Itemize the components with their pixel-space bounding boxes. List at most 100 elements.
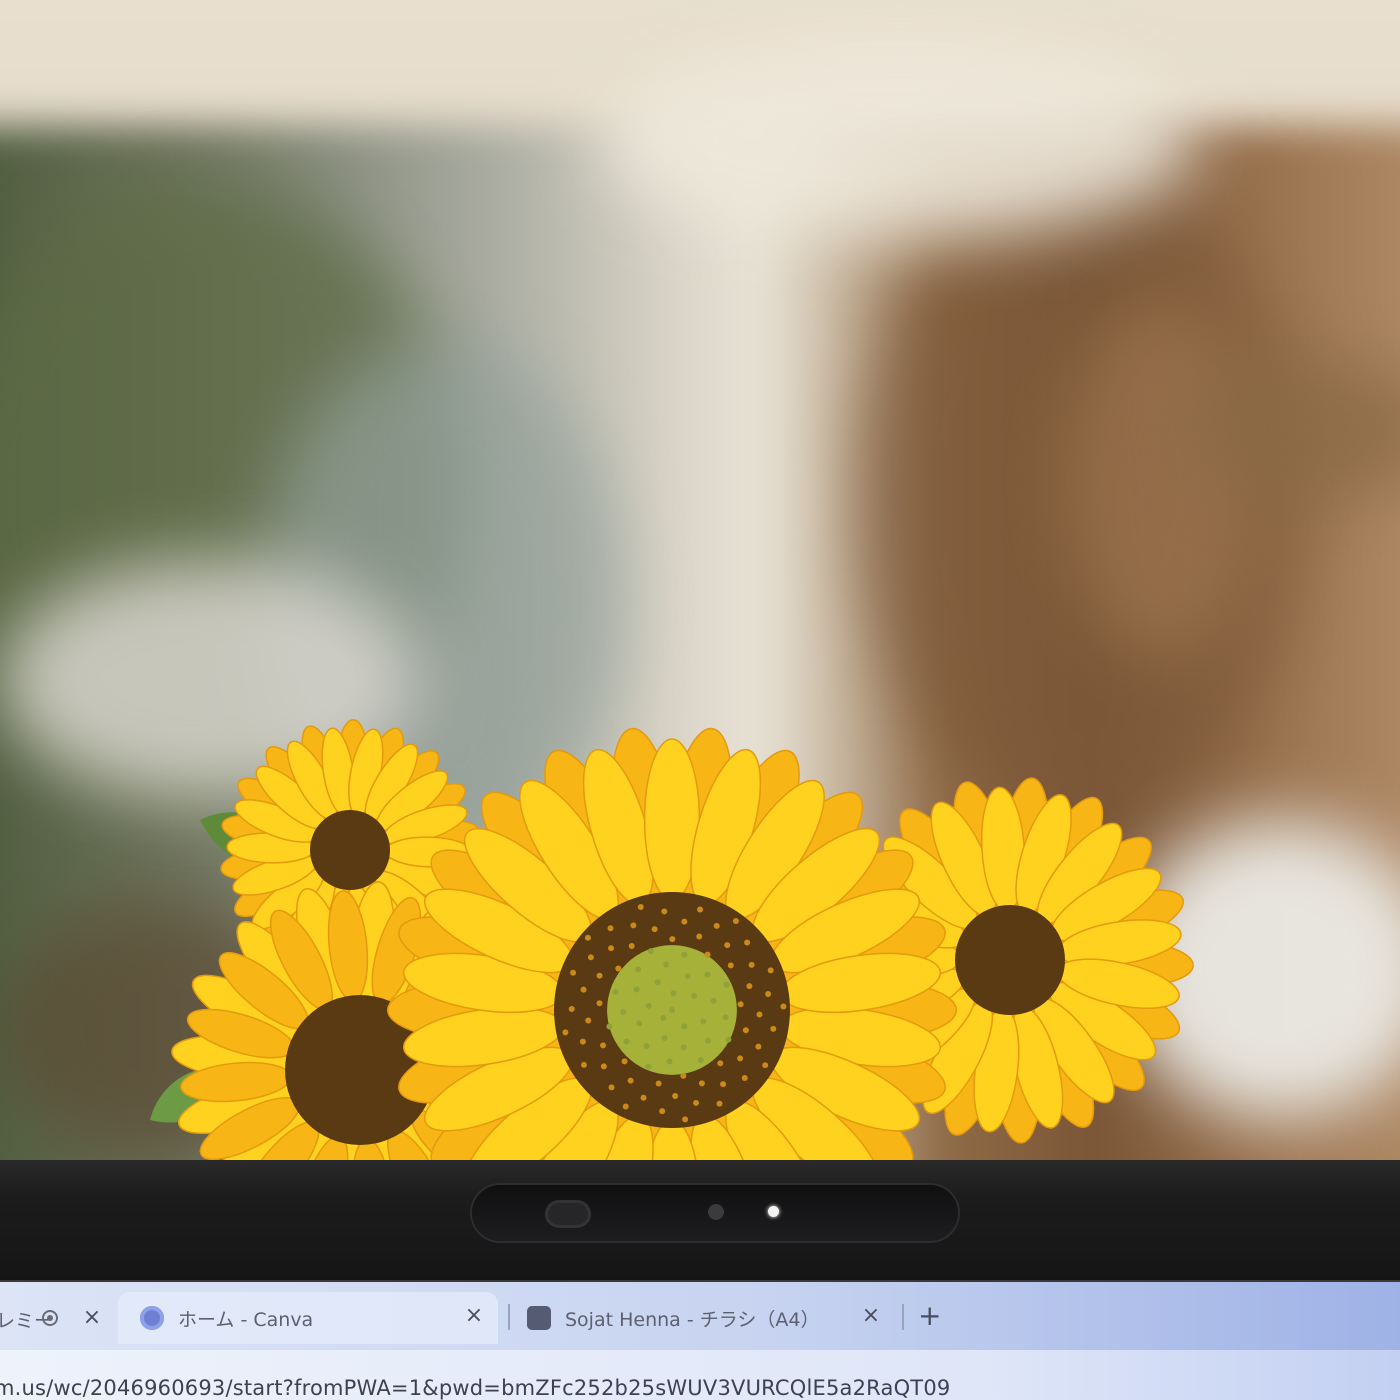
seed bbox=[587, 954, 594, 961]
seed bbox=[681, 951, 688, 958]
webcam-lens-icon bbox=[548, 1203, 588, 1225]
seed bbox=[704, 951, 711, 958]
seed bbox=[691, 992, 698, 999]
seed bbox=[770, 1025, 777, 1032]
seed bbox=[723, 981, 730, 988]
tab-close-icon[interactable]: × bbox=[80, 1306, 104, 1330]
seed bbox=[647, 948, 654, 955]
seed bbox=[720, 1081, 727, 1088]
seed bbox=[568, 1006, 575, 1013]
seed bbox=[628, 942, 635, 949]
seed bbox=[697, 1057, 704, 1064]
seed bbox=[643, 1043, 650, 1050]
seed bbox=[742, 1027, 749, 1034]
seed bbox=[765, 990, 772, 997]
seed bbox=[661, 1034, 668, 1041]
seed bbox=[579, 1038, 586, 1045]
seed bbox=[737, 1001, 744, 1008]
document-icon bbox=[527, 1306, 551, 1330]
seed bbox=[737, 1055, 744, 1062]
seed bbox=[651, 926, 658, 933]
seed bbox=[684, 973, 691, 980]
seed bbox=[600, 1063, 607, 1070]
seed bbox=[663, 961, 670, 968]
tab-label: Sojat Henna - チラシ（A4） bbox=[565, 1308, 820, 1331]
seed bbox=[580, 986, 587, 993]
tab-canva-home[interactable]: ホーム - Canva × bbox=[118, 1292, 498, 1344]
seed bbox=[710, 997, 717, 1004]
webcam-led-icon bbox=[768, 1206, 779, 1217]
seed bbox=[717, 1060, 724, 1067]
seed bbox=[570, 969, 577, 976]
sunflower-center bbox=[387, 727, 957, 1170]
seed bbox=[762, 1062, 769, 1069]
seed bbox=[741, 1074, 748, 1081]
seed bbox=[645, 1063, 652, 1070]
seed bbox=[669, 1007, 675, 1013]
seed bbox=[693, 1099, 700, 1106]
close-icon[interactable]: × bbox=[462, 1304, 486, 1328]
seed bbox=[698, 1080, 705, 1087]
seed bbox=[645, 1002, 652, 1009]
seed bbox=[596, 972, 603, 979]
new-tab-button[interactable]: + bbox=[918, 1300, 941, 1332]
seed bbox=[654, 979, 661, 986]
tab-sojat-henna-flyer[interactable]: Sojat Henna - チラシ（A4） × bbox=[505, 1292, 895, 1344]
seed bbox=[696, 933, 703, 940]
seed bbox=[670, 990, 677, 997]
seed bbox=[637, 903, 644, 910]
seed bbox=[562, 1029, 569, 1036]
seed bbox=[681, 918, 688, 925]
seed bbox=[748, 961, 755, 968]
seed bbox=[635, 966, 642, 973]
seed-disk bbox=[955, 905, 1065, 1015]
seed bbox=[732, 917, 739, 924]
seed bbox=[681, 1023, 688, 1030]
seed bbox=[666, 1058, 673, 1065]
canva-icon bbox=[140, 1306, 164, 1330]
seed bbox=[705, 1037, 712, 1044]
seed bbox=[713, 922, 720, 929]
seed bbox=[756, 1011, 763, 1018]
seed bbox=[612, 989, 619, 996]
seed bbox=[615, 965, 622, 972]
seed bbox=[669, 936, 676, 943]
seed bbox=[630, 922, 637, 929]
seed bbox=[622, 1103, 629, 1110]
seed-disk bbox=[310, 810, 390, 890]
seed bbox=[660, 1014, 667, 1021]
close-icon[interactable]: × bbox=[859, 1304, 883, 1328]
seed bbox=[697, 906, 704, 913]
seed bbox=[744, 939, 751, 946]
seed bbox=[780, 1003, 787, 1010]
seed bbox=[704, 971, 711, 978]
seed bbox=[655, 1080, 662, 1087]
seed bbox=[755, 1043, 762, 1050]
seed bbox=[767, 967, 774, 974]
seed bbox=[680, 1044, 687, 1051]
seed bbox=[746, 983, 753, 990]
seed bbox=[636, 1020, 643, 1027]
seed bbox=[633, 986, 640, 993]
seed bbox=[725, 1036, 732, 1043]
seed bbox=[724, 942, 731, 949]
seed bbox=[621, 1058, 628, 1065]
tab-label: ホーム - Canva bbox=[178, 1308, 314, 1331]
seed bbox=[608, 945, 615, 952]
seed bbox=[606, 1023, 613, 1030]
seed bbox=[580, 1061, 587, 1068]
seed bbox=[722, 1014, 729, 1021]
seed bbox=[672, 1092, 679, 1099]
ir-sensor-icon bbox=[708, 1204, 724, 1220]
tab-separator bbox=[902, 1304, 904, 1330]
photo-scene: レミー × ホーム - Canva × Sojat Henna - チラシ（A4… bbox=[0, 0, 1400, 1400]
seed bbox=[584, 934, 591, 941]
seed bbox=[640, 1094, 647, 1101]
seed bbox=[661, 908, 668, 915]
seed bbox=[659, 1108, 666, 1115]
seed bbox=[727, 962, 734, 969]
url-text[interactable]: m.us/wc/2046960693/start?fromPWA=1&pwd=b… bbox=[0, 1376, 950, 1400]
seed bbox=[627, 1077, 634, 1084]
seed bbox=[700, 1018, 707, 1025]
seed bbox=[682, 1116, 689, 1123]
